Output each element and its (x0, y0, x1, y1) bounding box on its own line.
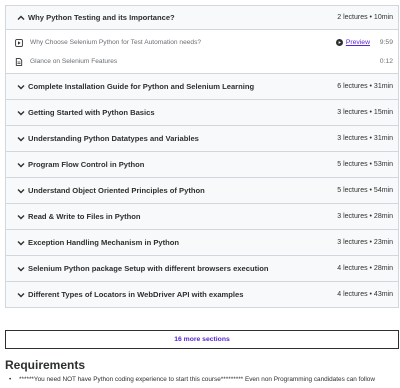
chevron-down-icon (16, 264, 26, 274)
section-header[interactable]: Program Flow Control in Python 5 lecture… (6, 152, 398, 178)
chevron-down-icon (16, 134, 26, 144)
section-header[interactable]: Selenium Python package Setup with diffe… (6, 256, 398, 282)
section-meta: 5 lectures • 54min (337, 187, 393, 194)
course-curriculum: Why Python Testing and its Importance? 2… (5, 5, 399, 308)
section-header[interactable]: Exception Handling Mechanism in Python 3… (6, 230, 398, 256)
chevron-down-icon (16, 238, 26, 248)
lesson-title: Glance on Selenium Features (30, 58, 118, 65)
section-header[interactable]: Understand Object Oriented Principles of… (6, 178, 398, 204)
section-title: Complete Installation Guide for Python a… (28, 82, 255, 91)
lesson-item[interactable]: Glance on Selenium Features 0:12 (6, 52, 398, 71)
chevron-down-icon (16, 160, 26, 170)
requirement-text: ******You need NOT have Python coding ex… (19, 376, 375, 383)
section-title: Program Flow Control in Python (28, 160, 145, 169)
section-header[interactable]: Read & Write to Files in Python 3 lectur… (6, 204, 398, 230)
video-icon (15, 38, 23, 47)
chevron-down-icon (16, 186, 26, 196)
lesson-duration: 9:59 (379, 39, 393, 46)
section-title: Getting Started with Python Basics (28, 108, 155, 117)
preview-link[interactable]: Preview (335, 39, 370, 46)
section-title: Exception Handling Mechanism in Python (28, 238, 180, 247)
chevron-down-icon (16, 212, 26, 222)
bullet-icon: • (9, 376, 12, 383)
section-title: Read & Write to Files in Python (28, 212, 141, 221)
lesson-title: Why Choose Selenium Python for Test Auto… (30, 39, 202, 46)
chevron-down-icon (16, 290, 26, 300)
section-meta: 2 lectures • 10min (337, 14, 393, 21)
section-title: Different Types of Locators in WebDriver… (28, 290, 244, 299)
more-sections-button[interactable]: 16 more sections (5, 330, 399, 349)
section-meta: 5 lectures • 53min (337, 161, 393, 168)
chevron-down-icon (16, 82, 26, 92)
section-header[interactable]: Different Types of Locators in WebDriver… (6, 282, 398, 308)
requirement-item: • ******You need NOT have Python coding e… (5, 376, 400, 388)
section-header[interactable]: Getting Started with Python Basics 3 lec… (6, 100, 398, 126)
section-meta: 3 lectures • 15min (337, 109, 393, 116)
section-meta: 3 lectures • 23min (337, 239, 393, 246)
section-header[interactable]: Complete Installation Guide for Python a… (6, 74, 398, 100)
chevron-down-icon (16, 108, 26, 118)
section-title: Why Python Testing and its Importance? (28, 13, 175, 22)
lesson-list: Why Choose Selenium Python for Test Auto… (6, 30, 398, 74)
section-meta: 4 lectures • 28min (337, 265, 393, 272)
section-meta: 3 lectures • 28min (337, 213, 393, 220)
chevron-up-icon (16, 13, 26, 23)
section-header[interactable]: Understanding Python Datatypes and Varia… (6, 126, 398, 152)
section-meta: 3 lectures • 31min (337, 135, 393, 142)
play-icon (335, 39, 343, 46)
section-meta: 6 lectures • 31min (337, 83, 393, 90)
file-icon (15, 57, 23, 66)
lesson-item[interactable]: Why Choose Selenium Python for Test Auto… (6, 33, 398, 52)
section-title: Understand Object Oriented Principles of… (28, 186, 205, 195)
preview-label: Preview (345, 39, 370, 46)
requirements-heading: Requirements (5, 358, 86, 372)
section-header[interactable]: Why Python Testing and its Importance? 2… (6, 6, 398, 30)
lesson-duration: 0:12 (379, 58, 393, 65)
section-title: Understanding Python Datatypes and Varia… (28, 134, 199, 143)
section-meta: 4 lectures • 43min (337, 291, 393, 298)
section-title: Selenium Python package Setup with diffe… (28, 264, 269, 273)
